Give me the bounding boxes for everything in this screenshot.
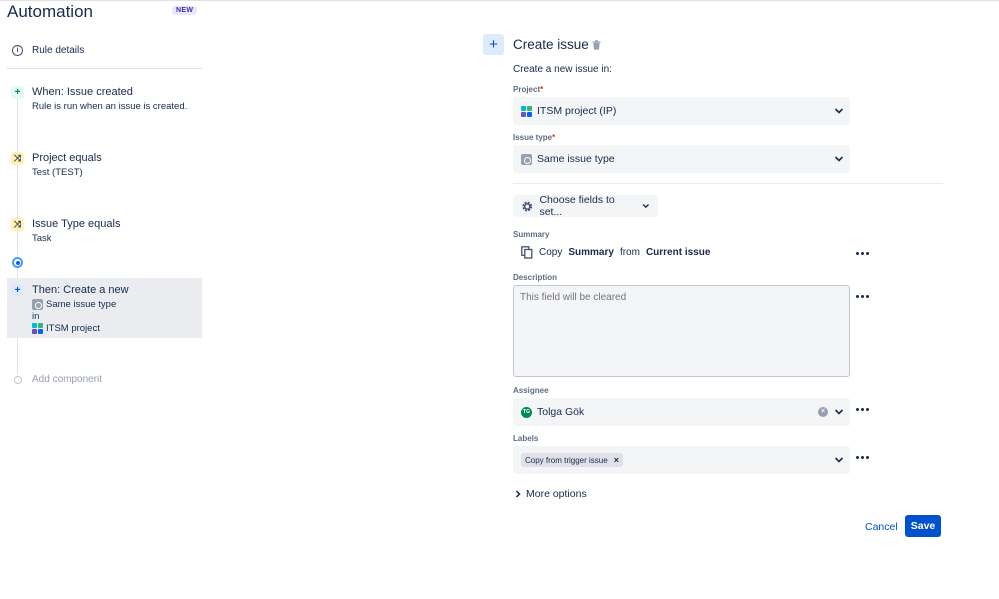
node-issue-type: Same issue type xyxy=(32,299,116,310)
node-issue-type-label: Same issue type xyxy=(46,299,117,310)
panel-title: Create issue xyxy=(513,37,589,52)
summary-copy-row[interactable]: Copy Summary from Current issue xyxy=(521,246,710,259)
rule-details-link[interactable]: i Rule details xyxy=(12,45,84,56)
rule-details-label: Rule details xyxy=(32,45,85,56)
chevron-down-icon xyxy=(834,156,844,162)
shuffle-icon: ⤨ xyxy=(11,218,24,231)
new-badge: NEW xyxy=(172,6,198,15)
project-select[interactable]: ITSM project (IP) xyxy=(513,97,850,125)
description-field[interactable] xyxy=(513,285,850,377)
cancel-button[interactable]: Cancel xyxy=(859,516,904,537)
chevron-down-icon xyxy=(834,409,844,415)
node-title: Project equals xyxy=(32,152,102,164)
shuffle-icon: ⤨ xyxy=(11,152,24,165)
avatar: TG xyxy=(521,406,532,418)
labels-label: Labels xyxy=(513,434,539,443)
label-chip-text: Copy from trigger issue xyxy=(525,455,608,465)
insert-component-dot[interactable] xyxy=(12,257,23,268)
summary-copy-word: Copy xyxy=(539,247,563,258)
summary-source: Current issue xyxy=(645,247,711,258)
assignee-more-icon[interactable] xyxy=(856,405,870,413)
more-options-toggle[interactable]: More options xyxy=(515,488,587,500)
summary-more-icon[interactable] xyxy=(856,249,870,257)
add-component-link[interactable]: Add component xyxy=(32,374,102,385)
chevron-down-icon xyxy=(834,108,844,114)
info-icon: i xyxy=(12,45,23,56)
choose-fields-label: Choose fields to set... xyxy=(539,194,615,218)
summary-from-word: from xyxy=(619,247,640,258)
labels-select[interactable]: Copy from trigger issue × xyxy=(513,446,850,474)
add-component-dot xyxy=(14,376,22,384)
action-node-create-issue[interactable]: + Then: Create a new Same issue type in … xyxy=(7,284,202,336)
condition-node-project-equals[interactable]: ⤨ Project equals Test (TEST) xyxy=(7,152,202,182)
chevron-down-icon xyxy=(642,203,650,209)
copy-icon xyxy=(521,246,533,259)
node-title: Then: Create a new xyxy=(32,284,129,296)
save-button[interactable]: Save xyxy=(905,515,941,537)
create-issue-plus-icon: + xyxy=(483,34,504,55)
condition-node-issue-type-equals[interactable]: ⤨ Issue Type equals Task xyxy=(7,218,202,248)
description-label: Description xyxy=(513,273,558,282)
assignee-value: Tolga Gök xyxy=(537,406,585,418)
sidebar-divider xyxy=(7,68,202,69)
plus-icon: + xyxy=(11,284,24,297)
assignee-label: Assignee xyxy=(513,386,549,395)
node-subtitle: Test (TEST) xyxy=(32,167,83,178)
trigger-node-issue-created[interactable]: + When: Issue created Rule is run when a… xyxy=(7,86,202,116)
page-title: Automation xyxy=(7,2,93,21)
node-title: Issue Type equals xyxy=(32,218,121,230)
create-in-text: Create a new issue in: xyxy=(513,64,612,75)
more-options-label: More options xyxy=(526,488,587,500)
issue-type-icon xyxy=(32,299,43,310)
issue-type-icon xyxy=(521,153,532,165)
node-project-label: ITSM project xyxy=(46,323,100,334)
label-chip: Copy from trigger issue × xyxy=(521,453,623,467)
node-subtitle: Task xyxy=(32,233,52,244)
summary-label: Summary xyxy=(513,230,550,239)
node-title: When: Issue created xyxy=(32,86,133,98)
gear-icon xyxy=(522,201,533,211)
choose-fields-button[interactable]: Choose fields to set... xyxy=(513,194,658,218)
node-subtitle: Rule is run when an issue is created. xyxy=(32,101,188,112)
chevron-down-icon xyxy=(834,457,844,463)
issue-type-select[interactable]: Same issue type xyxy=(513,145,850,173)
project-icon xyxy=(32,323,43,334)
summary-field-name: Summary xyxy=(568,247,614,258)
trash-icon[interactable] xyxy=(592,40,601,50)
labels-more-icon[interactable] xyxy=(856,453,870,461)
node-in-text: in xyxy=(32,311,40,322)
project-icon xyxy=(521,105,532,117)
clear-icon[interactable]: × xyxy=(818,407,828,417)
plus-icon: + xyxy=(11,86,24,99)
project-value: ITSM project (IP) xyxy=(537,105,617,117)
node-project: ITSM project xyxy=(32,323,100,334)
top-border xyxy=(0,0,999,1)
project-label: Project* xyxy=(513,85,544,94)
issue-type-label: Issue type* xyxy=(513,133,556,142)
remove-label-icon[interactable]: × xyxy=(614,455,619,465)
section-divider xyxy=(513,183,943,184)
assignee-select[interactable]: TG Tolga Gök × xyxy=(513,398,850,426)
chevron-right-icon xyxy=(515,490,521,498)
issue-type-value: Same issue type xyxy=(537,153,615,165)
description-more-icon[interactable] xyxy=(856,292,870,300)
